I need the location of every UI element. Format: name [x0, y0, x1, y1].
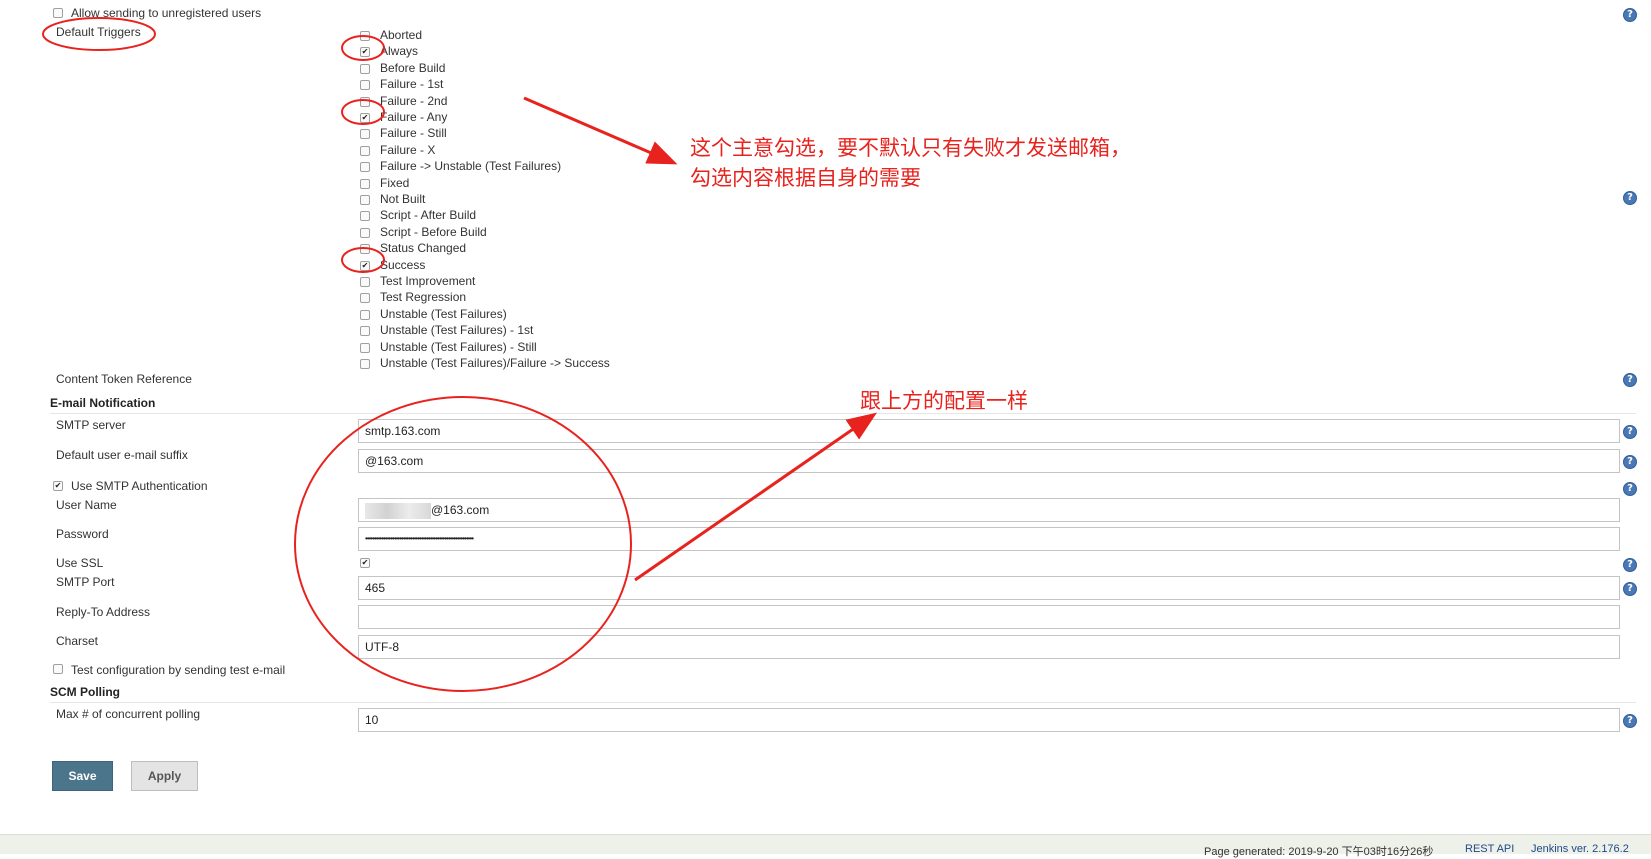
annotation-circle-failure-any: [341, 99, 385, 125]
annotation-circle-default-triggers: [42, 17, 156, 51]
annotation-circle-success: [341, 247, 385, 273]
annotation-arrow-1: [523, 96, 678, 165]
annotation-layer: [42, 17, 877, 692]
annotation-circle-always: [341, 35, 385, 61]
annotation-note-triggers-line1: 这个主意勾选，要不默认只有失败才发送邮箱，: [690, 136, 1131, 160]
annotation-note-same-config: 跟上方的配置一样: [860, 389, 1028, 413]
annotation-circle-email-settings: [294, 396, 632, 692]
annotation-note-triggers-line2: 勾选内容根据自身的需要: [690, 166, 921, 190]
annotation-arrow-2: [634, 412, 877, 582]
